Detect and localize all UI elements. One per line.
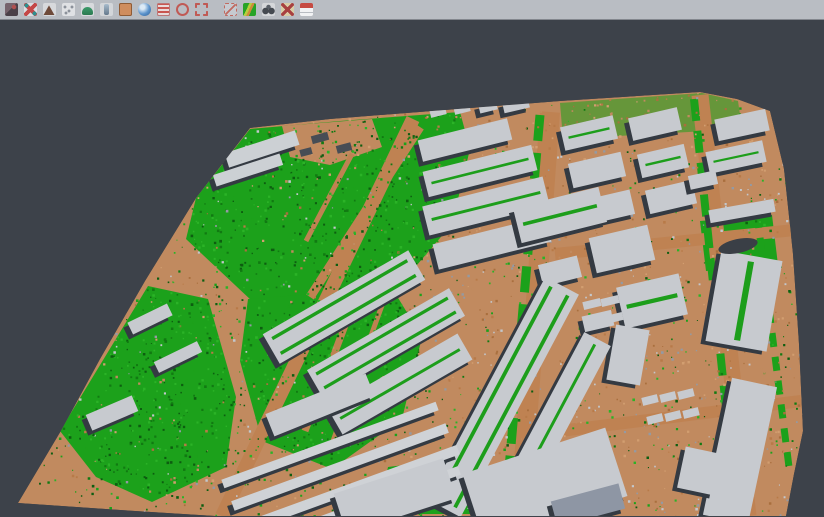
circle-select-icon — [176, 3, 189, 16]
point-cloud-button[interactable] — [60, 2, 76, 18]
rectangle-select-icon — [195, 3, 208, 16]
terrain-model-icon — [43, 3, 56, 16]
building-class-button[interactable] — [98, 2, 114, 18]
classification-palette-button[interactable] — [241, 2, 257, 18]
clear-marks-icon — [281, 3, 294, 16]
profile-lines-icon — [157, 3, 170, 16]
vegetation-class-icon — [81, 3, 94, 16]
application-window — [0, 0, 824, 517]
layers-red-icon — [300, 3, 313, 16]
point-cloud-icon — [62, 3, 75, 16]
ground-class-button[interactable] — [117, 2, 133, 18]
toolbar-separator — [212, 2, 219, 18]
vegetation-class-button[interactable] — [79, 2, 95, 18]
terrain-model-button[interactable] — [41, 2, 57, 18]
segment-classify-button[interactable] — [3, 2, 19, 18]
viewport-3d[interactable] — [0, 20, 824, 516]
clear-marks-button[interactable] — [279, 2, 295, 18]
rectangle-select-button[interactable] — [193, 2, 209, 18]
ground-class-icon — [119, 3, 132, 16]
point-cloud-scene — [0, 20, 824, 516]
layers-red-button[interactable] — [298, 2, 314, 18]
cross-section-button[interactable] — [22, 2, 38, 18]
classification-palette-icon — [243, 3, 256, 16]
circle-select-button[interactable] — [174, 2, 190, 18]
binoculars-button[interactable] — [260, 2, 276, 18]
globe-view-icon — [138, 3, 151, 16]
globe-view-button[interactable] — [136, 2, 152, 18]
building-class-icon — [100, 3, 113, 16]
toolbar — [0, 0, 824, 20]
clip-box-button[interactable] — [222, 2, 238, 18]
cross-section-icon — [24, 3, 37, 16]
clip-box-icon — [224, 3, 237, 16]
binoculars-icon — [262, 3, 275, 16]
segment-classify-icon — [5, 3, 18, 16]
profile-lines-button[interactable] — [155, 2, 171, 18]
